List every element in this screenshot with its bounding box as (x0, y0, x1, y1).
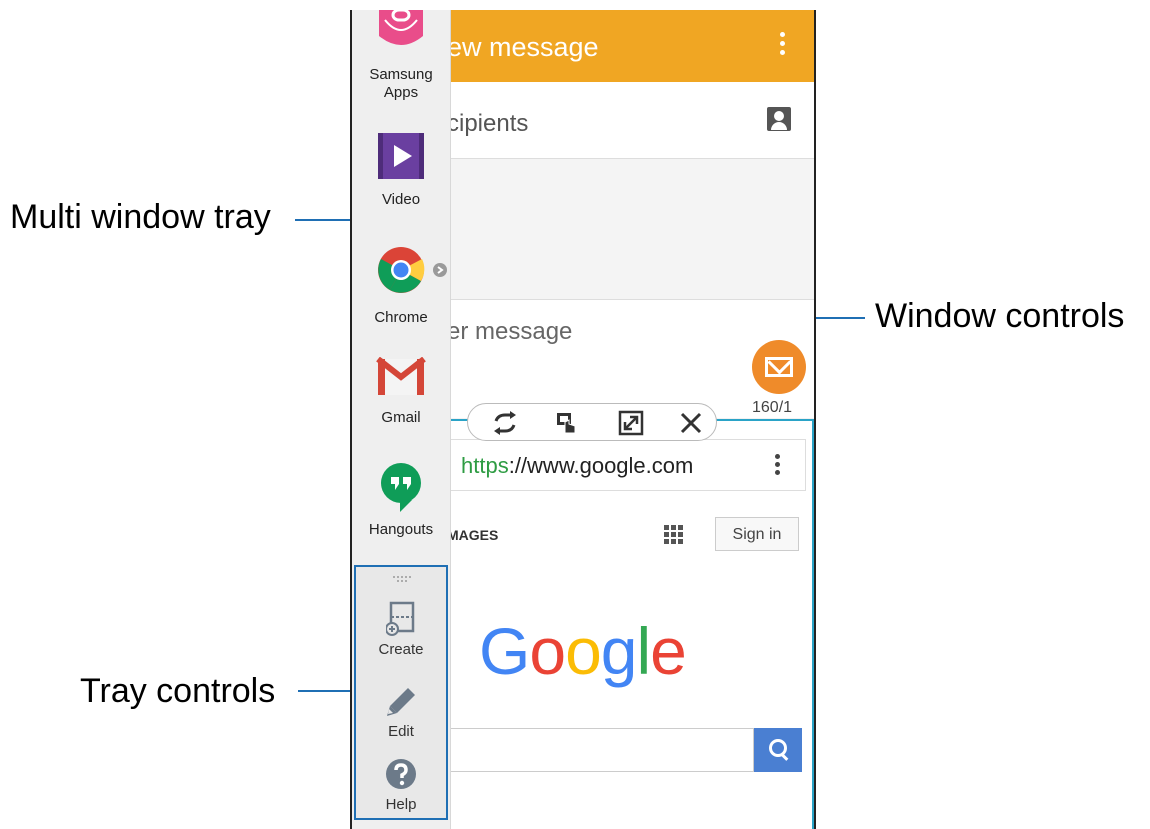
tray-app-gmail[interactable]: Gmail (352, 357, 450, 427)
edit-button[interactable]: Edit (356, 685, 446, 740)
search-button[interactable] (754, 728, 802, 772)
browser-window: https://www.google.com MAGES Sign in Goo… (432, 419, 814, 829)
contact-icon[interactable] (767, 107, 791, 131)
send-envelope-icon (765, 357, 793, 377)
tray-app-label: Hangouts (368, 521, 434, 538)
window-controls-label: Window controls (875, 297, 1125, 335)
video-icon (378, 133, 424, 179)
recipients-placeholder: cipients (447, 110, 529, 137)
help-icon (386, 759, 416, 789)
google-logo-letter: g (600, 614, 638, 688)
google-logo-letter: l (636, 614, 652, 688)
hangouts-icon (381, 463, 421, 512)
browser-menu-icon[interactable] (775, 454, 781, 478)
multi-window-tray-leader (295, 219, 352, 221)
create-label: Create (378, 641, 424, 658)
create-icon (386, 601, 415, 636)
create-button[interactable]: Create (356, 601, 446, 658)
url-bar[interactable]: https://www.google.com (432, 439, 806, 491)
more-options-icon[interactable] (780, 32, 788, 60)
samsung-apps-icon (379, 10, 423, 45)
tray-app-video[interactable]: Video (352, 133, 450, 209)
compose-placeholder: er message (447, 318, 573, 345)
gmail-icon (376, 357, 426, 395)
edit-label: Edit (388, 723, 414, 740)
pencil-icon (387, 688, 415, 716)
chrome-icon (378, 247, 425, 293)
apps-grid-icon[interactable] (664, 525, 684, 545)
tray-app-chrome[interactable]: Chrome (352, 245, 450, 327)
message-title: ew message (447, 32, 599, 62)
tray-app-label: Samsung Apps (369, 66, 433, 101)
google-logo: Google (479, 613, 687, 689)
google-top-bar: MAGES Sign in (432, 499, 806, 559)
phone-screen: ew message cipients er message 160/1 htt… (350, 10, 816, 829)
multi-window-tray: Samsung Apps Video Chrome Gmail Hangouts… (352, 10, 451, 829)
sign-in-button[interactable]: Sign in (715, 517, 799, 551)
images-link[interactable]: MAGES (447, 527, 498, 543)
tray-controls-label: Tray controls (80, 672, 276, 710)
close-icon[interactable] (678, 410, 704, 436)
url-text: https://www.google.com (461, 453, 693, 479)
character-counter: 160/1 (752, 399, 793, 416)
google-logo-letter: e (650, 614, 687, 688)
maximize-icon[interactable] (618, 410, 644, 436)
tray-app-samsung-apps[interactable]: Samsung Apps (352, 10, 450, 102)
chevron-right-icon[interactable] (433, 263, 447, 277)
help-label: Help (385, 796, 417, 813)
window-controls (467, 403, 717, 441)
tray-app-label: Chrome (374, 309, 428, 326)
google-logo-letter: G (479, 614, 530, 688)
drag-content-icon[interactable] (554, 410, 580, 436)
google-logo-letter: o (565, 614, 602, 688)
multi-window-tray-label: Multi window tray (10, 198, 271, 236)
search-input[interactable] (432, 728, 754, 772)
tray-controls-leader (298, 690, 352, 692)
url-address: ://www.google.com (508, 453, 694, 478)
url-scheme: https (461, 453, 509, 478)
tray-controls: Create Edit Help (354, 565, 448, 820)
drag-handle-icon[interactable] (391, 575, 413, 583)
switch-windows-icon[interactable] (492, 410, 518, 436)
send-button[interactable] (752, 340, 806, 394)
tray-app-label: Video (381, 191, 421, 208)
help-button[interactable]: Help (356, 758, 446, 813)
tray-app-label: Gmail (381, 409, 421, 426)
google-logo-letter: o (529, 614, 566, 688)
tray-app-hangouts[interactable]: Hangouts (352, 462, 450, 539)
